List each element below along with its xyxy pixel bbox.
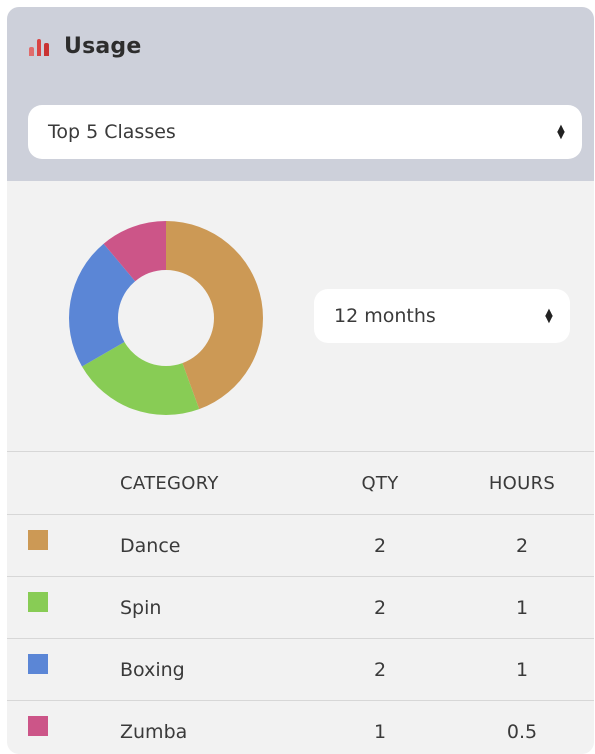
widget-title: Usage [64, 33, 142, 59]
color-swatch [28, 530, 48, 550]
table-row: Boxing 2 1 [7, 638, 594, 700]
row-qty: 2 [373, 534, 387, 557]
row-hours: 1 [515, 596, 529, 619]
header-hours: HOURS [488, 472, 556, 494]
table-header-row: CATEGORY QTY HOURS [7, 451, 594, 514]
usage-card: Usage Top 5 Classes ▲ ▼ 12 months ▲ ▼ CATE… [7, 7, 594, 754]
period-select[interactable]: 12 months ▲ ▼ [314, 289, 570, 343]
period-select-value: 12 months [334, 305, 436, 327]
select-caret-icon: ▲ ▼ [557, 123, 565, 141]
classes-select[interactable]: Top 5 Classes ▲ ▼ [28, 105, 582, 159]
row-hours: 1 [515, 658, 529, 681]
row-hours: 2 [515, 534, 529, 557]
table-row: Spin 2 1 [7, 576, 594, 638]
row-qty: 2 [373, 658, 387, 681]
header-qty: QTY [361, 472, 399, 494]
color-swatch [28, 592, 48, 612]
row-category: Zumba [120, 720, 188, 743]
row-hours: 0.5 [506, 720, 538, 743]
bar-chart-icon [29, 36, 50, 56]
row-qty: 1 [373, 720, 387, 743]
title-row: Usage [29, 31, 141, 61]
row-category: Dance [120, 534, 181, 557]
row-qty: 2 [373, 596, 387, 619]
row-category: Boxing [120, 658, 185, 681]
table-row: Dance 2 2 [7, 514, 594, 576]
row-category: Spin [120, 596, 162, 619]
classes-select-value: Top 5 Classes [48, 121, 176, 143]
table-row: Zumba 1 0.5 [7, 700, 594, 754]
select-caret-icon: ▲ ▼ [545, 307, 553, 325]
header-category: CATEGORY [120, 472, 219, 494]
color-swatch [28, 654, 48, 674]
usage-table: CATEGORY QTY HOURS Dance 2 2 Spin 2 1 Bo… [7, 451, 594, 754]
donut-chart [69, 221, 263, 415]
card-header: Usage Top 5 Classes ▲ ▼ [7, 7, 594, 181]
color-swatch [28, 716, 48, 736]
